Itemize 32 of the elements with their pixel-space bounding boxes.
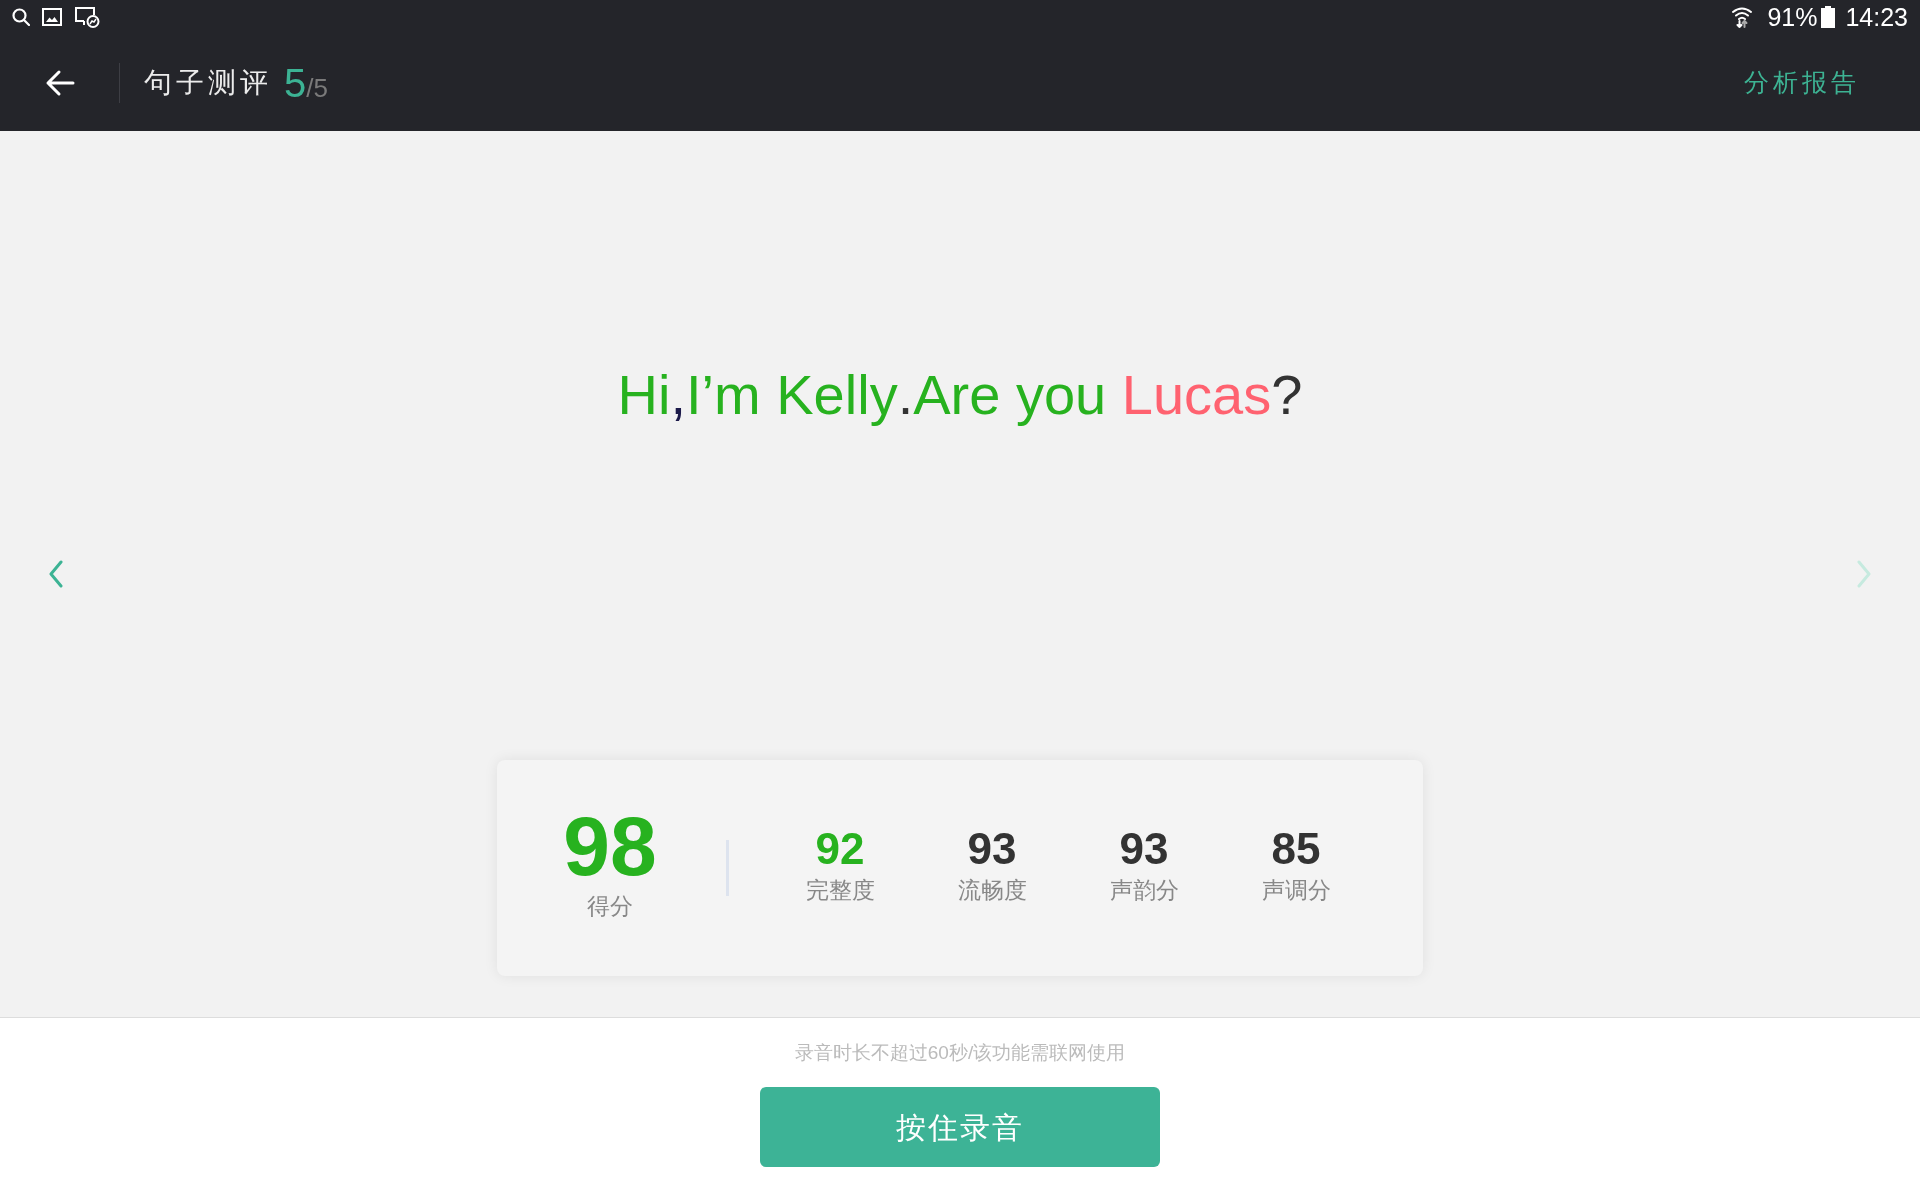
metric-score: 93 [967, 826, 1017, 872]
total-score-label: 得分 [587, 892, 633, 920]
metric-score: 92 [815, 826, 865, 872]
wifi-icon [1731, 6, 1754, 28]
chevron-left-icon [49, 560, 63, 588]
sentence-fragment: ? [1271, 362, 1303, 428]
sentence-fragment: I’m Kelly [686, 362, 898, 428]
sentence-fragment: , [670, 362, 687, 428]
metric-label: 完整度 [805, 876, 875, 904]
progress-current: 5 [284, 62, 307, 103]
sentence-fragment: Are you [913, 362, 1108, 428]
battery-percentage: 91% [1767, 4, 1818, 30]
metric-label: 声韵分 [1109, 876, 1179, 904]
metric-label: 声调分 [1261, 876, 1331, 904]
sentence-fragment: . [897, 362, 914, 428]
image-icon [42, 8, 62, 26]
battery-icon [1821, 6, 1836, 28]
clock-time: 14:23 [1845, 4, 1908, 30]
progress-total: /5 [306, 74, 328, 101]
sentence-fragment: Hi [617, 362, 671, 428]
metric-score: 93 [1119, 826, 1169, 872]
search-icon [12, 8, 30, 26]
chevron-right-icon [1857, 560, 1871, 588]
recording-hint: 录音时长不超过60秒/该功能需联网使用 [794, 1041, 1126, 1065]
page-title: 句子测评 [144, 68, 272, 97]
sentence-fragment: Lucas [1121, 362, 1272, 428]
analysis-report-link[interactable]: 分析报告 [1744, 70, 1860, 95]
total-score: 98 [563, 804, 657, 888]
metric-score: 85 [1271, 826, 1321, 872]
back-arrow-icon [45, 68, 75, 97]
screen-cast-icon [74, 6, 100, 28]
metric-label: 流畅度 [957, 876, 1027, 904]
